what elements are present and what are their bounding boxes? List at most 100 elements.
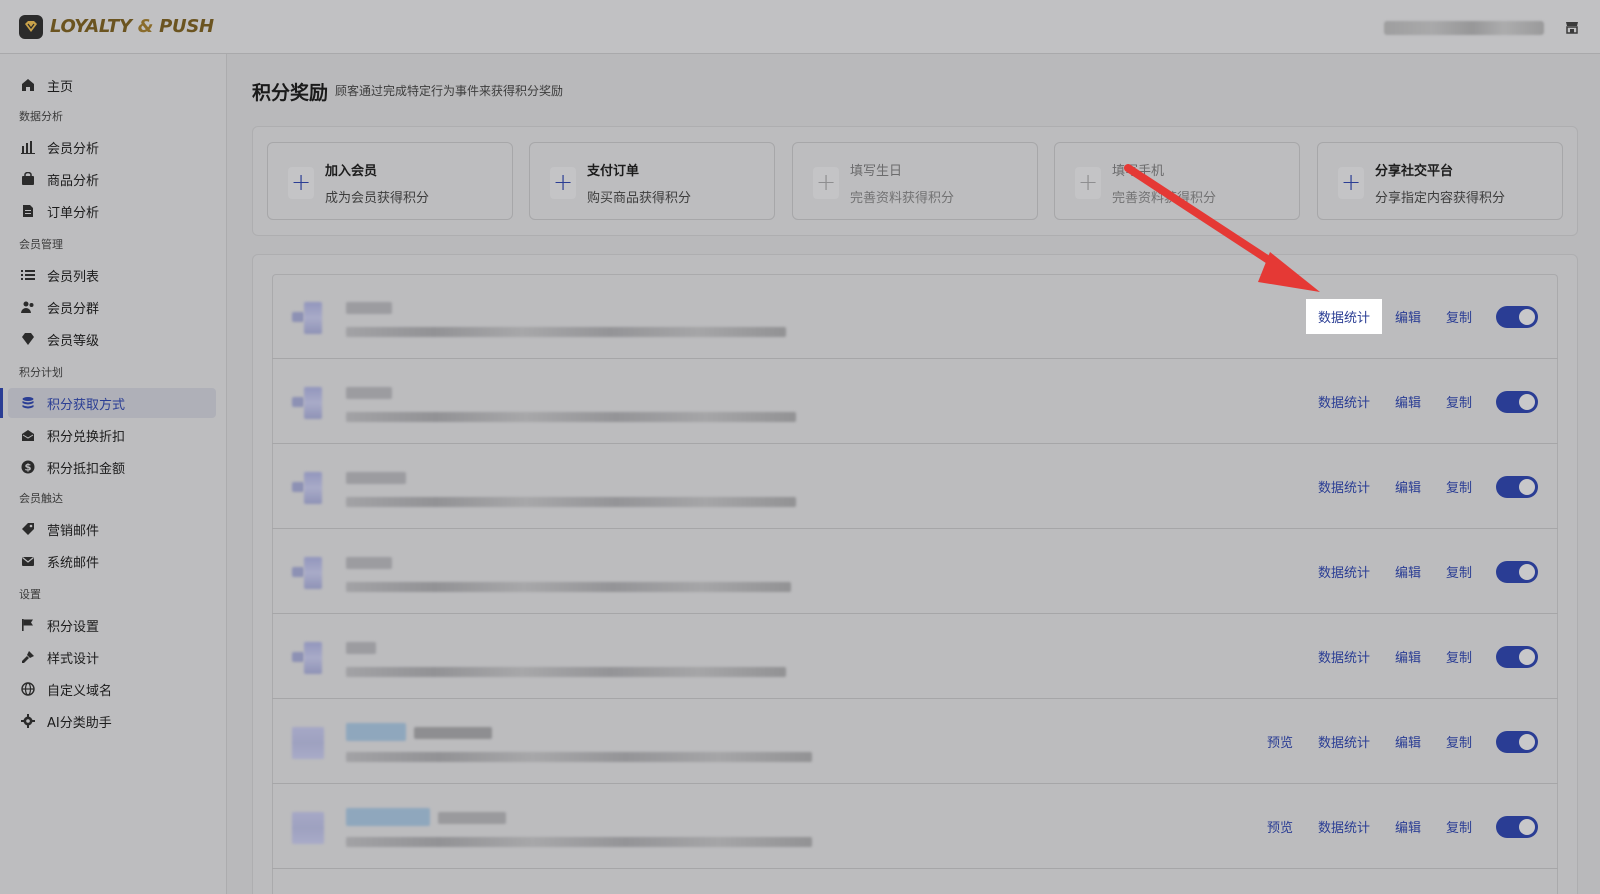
rule-title-redacted <box>346 642 376 654</box>
rule-title-redacted <box>346 472 406 484</box>
rule-icon-redacted <box>292 302 324 334</box>
list-item: 数据统计 编辑 复制 <box>272 529 1558 614</box>
section-settings: 设置 <box>19 588 41 601</box>
stats-link[interactable]: 数据统计 <box>1318 562 1370 581</box>
sidebar-item-marketing-email[interactable]: 营销邮件 <box>8 514 216 544</box>
rule-image-redacted <box>292 727 324 759</box>
preview-link[interactable]: 预览 <box>1267 817 1293 836</box>
action-card-share-social[interactable]: + 分享社交平台 分享指定内容获得积分 <box>1317 142 1563 220</box>
row-actions: 数据统计 编辑 复制 <box>1293 359 1538 444</box>
sidebar-item-label: 商品分析 <box>47 173 100 189</box>
sidebar-item-ai-assistant[interactable]: AI分类助手 <box>8 706 216 736</box>
sidebar-item-points-credit[interactable]: $ 积分抵扣金额 <box>8 452 216 482</box>
sidebar-item-label: 积分兑换折扣 <box>47 429 126 445</box>
logo-icon <box>19 14 43 39</box>
bar-chart-icon <box>20 139 36 155</box>
rule-desc-redacted <box>346 667 786 677</box>
copy-link[interactable]: 复制 <box>1446 647 1472 666</box>
edit-link[interactable]: 编辑 <box>1395 647 1421 666</box>
enable-toggle[interactable] <box>1496 560 1538 583</box>
action-card-title: 填写手机 <box>1112 164 1165 179</box>
plus-icon: + <box>1075 167 1101 199</box>
enable-toggle[interactable] <box>1496 730 1538 753</box>
copy-link[interactable]: 复制 <box>1446 732 1472 751</box>
edit-link[interactable]: 编辑 <box>1395 817 1421 836</box>
stats-link[interactable]: 数据统计 <box>1318 817 1370 836</box>
tag-icon <box>20 521 36 537</box>
rule-desc-redacted <box>346 497 796 507</box>
stats-link[interactable]: 数据统计 <box>1318 392 1370 411</box>
section-outreach: 会员触达 <box>19 492 63 505</box>
copy-link[interactable]: 复制 <box>1446 817 1472 836</box>
list-item: 预览 数据统计 编辑 复制 <box>272 699 1558 784</box>
rule-image-redacted <box>292 812 324 844</box>
action-card-join-member[interactable]: + 加入会员 成为会员获得积分 <box>267 142 513 220</box>
sidebar-item-home[interactable]: 主页 <box>8 70 216 100</box>
stats-link[interactable]: 数据统计 <box>1305 299 1382 334</box>
copy-link[interactable]: 复制 <box>1446 307 1472 326</box>
edit-link[interactable]: 编辑 <box>1395 307 1421 326</box>
store-icon[interactable] <box>1564 19 1580 35</box>
action-card-pay-order[interactable]: + 支付订单 购买商品获得积分 <box>529 142 775 220</box>
copy-link[interactable]: 复制 <box>1446 562 1472 581</box>
sidebar-item-label: 营销邮件 <box>47 523 100 539</box>
sidebar-item-label: 系统邮件 <box>47 555 100 571</box>
sidebar-item-points-settings[interactable]: 积分设置 <box>8 610 216 640</box>
enable-toggle[interactable] <box>1496 305 1538 328</box>
sidebar-item-label: AI分类助手 <box>47 715 112 731</box>
copy-link[interactable]: 复制 <box>1446 477 1472 496</box>
edit-link[interactable]: 编辑 <box>1395 477 1421 496</box>
action-card-desc: 完善资料获得积分 <box>850 191 955 206</box>
mail-open-icon <box>20 427 36 443</box>
sidebar-item-label: 自定义域名 <box>47 683 113 699</box>
sidebar-item-style-design[interactable]: 样式设计 <box>8 642 216 672</box>
sidebar-item-earn-points[interactable]: 积分获取方式 <box>0 388 216 418</box>
copy-link[interactable]: 复制 <box>1446 392 1472 411</box>
edit-link[interactable]: 编辑 <box>1395 392 1421 411</box>
sidebar-item-member-list[interactable]: 会员列表 <box>8 260 216 290</box>
sidebar-item-order-analysis[interactable]: 订单分析 <box>8 196 216 226</box>
rule-icon-redacted <box>292 472 324 504</box>
rule-desc-redacted <box>346 582 791 592</box>
bag-icon <box>20 171 36 187</box>
stats-link[interactable]: 数据统计 <box>1318 732 1370 751</box>
stats-link[interactable]: 数据统计 <box>1318 477 1370 496</box>
action-card-title: 支付订单 <box>587 164 640 179</box>
list-item: 数据统计 编辑 复制 <box>272 614 1558 699</box>
sidebar-item-label: 会员分群 <box>47 301 100 317</box>
rule-desc-redacted <box>346 837 812 847</box>
action-card-title: 加入会员 <box>325 164 378 179</box>
enable-toggle[interactable] <box>1496 390 1538 413</box>
sidebar-item-system-email[interactable]: 系统邮件 <box>8 546 216 576</box>
sidebar-item-member-analysis[interactable]: 会员分析 <box>8 132 216 162</box>
sidebar-item-member-segments[interactable]: 会员分群 <box>8 292 216 322</box>
list-item: 数据统计 编辑 复制 <box>272 359 1558 444</box>
plus-icon: + <box>1338 167 1364 199</box>
rule-title-redacted <box>414 727 492 739</box>
sidebar-item-label: 会员分析 <box>47 141 100 157</box>
sidebar-item-label: 样式设计 <box>47 651 100 667</box>
action-card-title: 分享社交平台 <box>1375 164 1454 179</box>
preview-link[interactable]: 预览 <box>1267 732 1293 751</box>
page-title: 积分奖励 <box>252 82 329 104</box>
stats-link[interactable]: 数据统计 <box>1318 647 1370 666</box>
sidebar-item-label: 积分设置 <box>47 619 100 635</box>
sidebar-item-member-tiers[interactable]: 会员等级 <box>8 324 216 354</box>
app-logo[interactable]: LOYALTY & PUSH <box>19 14 214 39</box>
sidebar-item-label: 积分获取方式 <box>47 397 126 413</box>
sidebar-item-product-analysis[interactable]: 商品分析 <box>8 164 216 194</box>
user-info-redacted[interactable] <box>1384 21 1544 35</box>
sidebar-item-label: 会员等级 <box>47 333 100 349</box>
flag-icon <box>20 617 36 633</box>
sidebar-item-redeem-discount[interactable]: 积分兑换折扣 <box>8 420 216 450</box>
enable-toggle[interactable] <box>1496 815 1538 838</box>
rule-desc-redacted <box>346 752 812 762</box>
enable-toggle[interactable] <box>1496 645 1538 668</box>
sidebar-item-custom-domain[interactable]: 自定义域名 <box>8 674 216 704</box>
enable-toggle[interactable] <box>1496 475 1538 498</box>
diamond-icon <box>20 331 36 347</box>
rule-badge-redacted <box>346 723 406 741</box>
edit-link[interactable]: 编辑 <box>1395 732 1421 751</box>
rule-title-redacted <box>346 302 392 314</box>
edit-link[interactable]: 编辑 <box>1395 562 1421 581</box>
